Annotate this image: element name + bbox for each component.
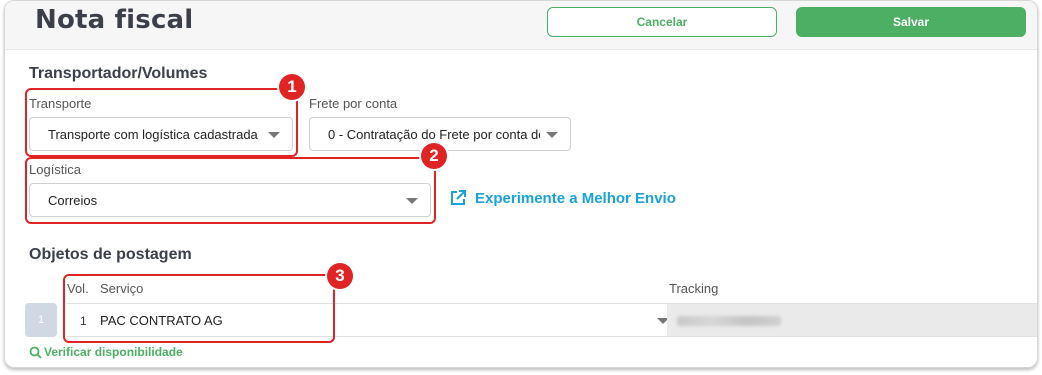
tracking-value-blurred (677, 316, 781, 326)
section-title-transport: Transportador/Volumes (29, 65, 208, 82)
nota-fiscal-window: Nota fiscal Cancelar Salvar Transportado… (4, 0, 1038, 368)
page-title: Nota fiscal (35, 5, 194, 35)
caret-down-icon (546, 132, 558, 138)
column-tracking: Tracking (669, 281, 719, 296)
melhor-envio-link-label: Experimente a Melhor Envio (475, 189, 676, 207)
melhor-envio-link[interactable]: Experimente a Melhor Envio (449, 189, 676, 207)
search-icon (29, 346, 42, 359)
cancel-button[interactable]: Cancelar (547, 7, 777, 37)
verify-availability-label: Verificar disponibilidade (44, 345, 183, 359)
callout-badge-2: 2 (421, 143, 447, 169)
header-bar: Nota fiscal Cancelar Salvar (5, 1, 1037, 50)
callout-box-2 (25, 157, 436, 224)
frete-label: Frete por conta (309, 96, 398, 111)
row-number-chip[interactable]: 1 (25, 303, 57, 337)
verify-availability-link[interactable]: Verificar disponibilidade (29, 345, 183, 359)
frete-value: 0 - Contratação do Frete por conta do (328, 126, 540, 142)
save-button[interactable]: Salvar (796, 7, 1026, 37)
callout-badge-1: 1 (279, 74, 305, 100)
external-link-icon (451, 190, 466, 205)
callout-badge-3: 3 (327, 263, 353, 289)
section-title-postage: Objetos de postagem (29, 246, 192, 263)
callout-box-1 (25, 88, 298, 157)
tracking-field[interactable] (667, 303, 1037, 337)
callout-box-3 (63, 274, 335, 343)
